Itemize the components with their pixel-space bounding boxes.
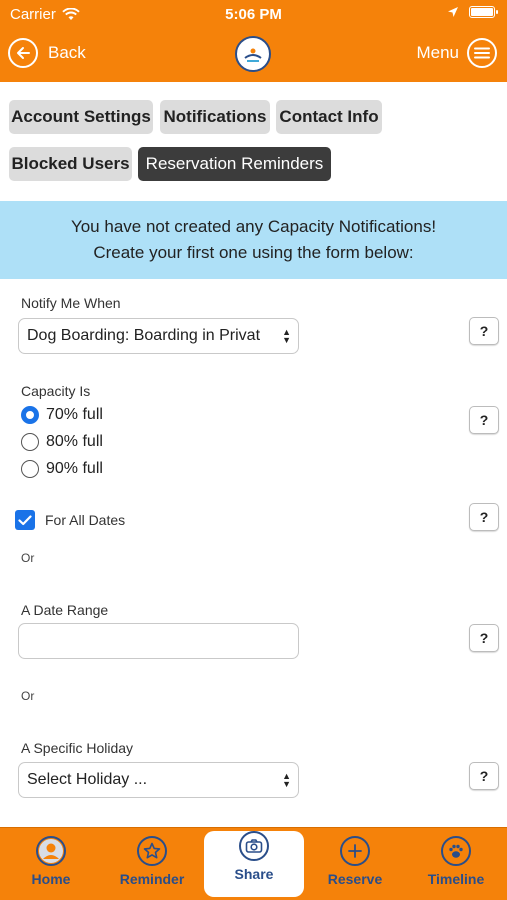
- bottom-tab-bar: Home Reminder Share Reserve Timeline: [0, 827, 507, 900]
- capacity-option-label: 80% full: [46, 433, 103, 450]
- tab-account-settings[interactable]: Account Settings: [9, 100, 153, 134]
- date-range-label: A Date Range: [21, 602, 109, 618]
- nav-bar: Back Menu: [0, 34, 507, 72]
- select-arrows-icon: ▲ ▼: [282, 771, 291, 789]
- plus-icon: [340, 836, 370, 866]
- bottom-tab-label: Timeline: [427, 871, 485, 887]
- holiday-help-button[interactable]: ?: [469, 762, 499, 790]
- bottom-tab-home[interactable]: Home: [6, 836, 96, 887]
- capacity-option-80[interactable]: 80% full: [21, 433, 103, 451]
- capacity-option-90[interactable]: 90% full: [21, 460, 103, 478]
- radio-checked: [21, 406, 39, 424]
- star-icon: [137, 836, 167, 866]
- radio-unchecked: [21, 433, 39, 451]
- bottom-tab-timeline[interactable]: Timeline: [411, 836, 501, 887]
- bottom-tab-label: Reminder: [119, 871, 185, 887]
- app-logo: [235, 36, 271, 72]
- notify-label: Notify Me When: [21, 295, 121, 311]
- holiday-label: A Specific Holiday: [21, 740, 134, 756]
- paw-icon: [441, 836, 471, 866]
- date-range-input[interactable]: [18, 623, 299, 659]
- all-dates-checkbox[interactable]: For All Dates: [15, 510, 125, 530]
- or-separator: Or: [21, 689, 35, 703]
- bottom-tab-reminder[interactable]: Reminder: [107, 836, 197, 887]
- location-arrow-icon: [448, 7, 458, 17]
- menu-button[interactable]: Menu: [416, 38, 497, 68]
- status-time: 5:06 PM: [225, 6, 282, 23]
- status-bar: Carrier 5:06 PM: [0, 0, 507, 28]
- hamburger-icon: [467, 38, 497, 68]
- banner-line-2: Create your first one using the form bel…: [93, 243, 414, 262]
- holiday-select[interactable]: Select Holiday ... ▲ ▼: [18, 762, 299, 798]
- tab-contact-info[interactable]: Contact Info: [276, 100, 382, 134]
- camera-icon: [239, 831, 269, 861]
- back-label: Back: [48, 43, 86, 62]
- notify-select[interactable]: Dog Boarding: Boarding in Privat ▲ ▼: [18, 318, 299, 354]
- battery-icon: [469, 6, 498, 18]
- back-arrow-icon: [8, 38, 38, 68]
- radio-unchecked: [21, 460, 39, 478]
- tab-blocked-users[interactable]: Blocked Users: [9, 147, 132, 181]
- capacity-option-label: 70% full: [46, 406, 103, 423]
- capacity-help-button[interactable]: ?: [469, 406, 499, 434]
- select-arrows-icon: ▲ ▼: [282, 327, 291, 345]
- capacity-label: Capacity Is: [21, 383, 91, 399]
- all-dates-help-button[interactable]: ?: [469, 503, 499, 531]
- tab-notifications[interactable]: Notifications: [160, 100, 270, 134]
- menu-label: Menu: [416, 43, 459, 62]
- bottom-tab-reserve[interactable]: Reserve: [310, 836, 400, 887]
- all-dates-label: For All Dates: [45, 512, 126, 528]
- notify-help-button[interactable]: ?: [469, 317, 499, 345]
- back-button[interactable]: Back: [8, 38, 86, 68]
- info-banner: You have not created any Capacity Notifi…: [0, 201, 507, 279]
- bottom-tab-share[interactable]: Share: [209, 831, 299, 882]
- holiday-select-value: Select Holiday ...: [27, 771, 148, 788]
- notify-select-value: Dog Boarding: Boarding in Privat: [27, 327, 261, 344]
- or-separator: Or: [21, 551, 35, 565]
- bottom-tab-label: Home: [31, 871, 71, 887]
- person-icon: [36, 836, 66, 866]
- banner-line-1: You have not created any Capacity Notifi…: [70, 217, 437, 236]
- checkmark-icon: [15, 510, 35, 530]
- app-header: Carrier 5:06 PM Back Menu: [0, 0, 507, 82]
- bottom-tab-label: Reserve: [327, 871, 383, 887]
- capacity-option-label: 90% full: [46, 460, 103, 477]
- status-right: [447, 6, 498, 18]
- tab-reservation-reminders[interactable]: Reservation Reminders: [138, 147, 331, 181]
- capacity-option-70[interactable]: 70% full: [21, 406, 103, 424]
- bottom-tab-label: Share: [234, 866, 274, 882]
- date-range-help-button[interactable]: ?: [469, 624, 499, 652]
